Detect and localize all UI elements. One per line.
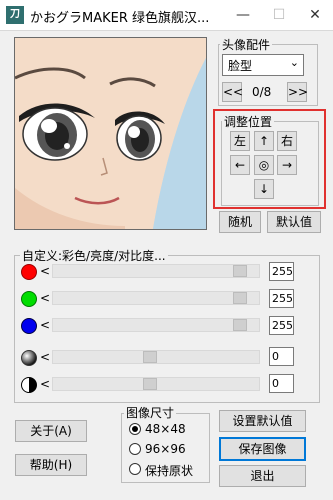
brightness-icon: [21, 350, 37, 366]
help-button[interactable]: 帮助(H): [15, 454, 87, 476]
minimize-button[interactable]: —: [225, 0, 261, 30]
exit-button[interactable]: 退出: [219, 465, 306, 487]
prev-part-button[interactable]: <<: [222, 82, 243, 102]
brightness-slider[interactable]: [52, 350, 260, 364]
red-value-input[interactable]: 255: [269, 262, 294, 281]
red-slider[interactable]: [52, 264, 260, 278]
next-part-button[interactable]: >>: [287, 82, 308, 102]
brightness-slider-thumb[interactable]: [143, 351, 157, 363]
keep-original-label: 保持原状: [145, 464, 194, 478]
save-image-button[interactable]: 保存图像: [219, 437, 306, 461]
part-type-value: 脸型: [228, 59, 253, 73]
chevron-down-icon: ⌄: [289, 56, 299, 69]
default-value-button[interactable]: 默认值: [267, 211, 321, 233]
title-bar: 刀 かおグラMAKER 绿色旗舰汉... — ☐ ✕: [0, 0, 333, 31]
blue-slider-thumb[interactable]: [233, 319, 247, 331]
contrast-slider[interactable]: [52, 377, 260, 391]
brightness-value-input[interactable]: 0: [269, 347, 294, 366]
red-decrease-arrow[interactable]: <: [40, 264, 50, 278]
part-type-select[interactable]: 脸型 ⌄: [222, 54, 304, 76]
window-title: かおグラMAKER 绿色旗舰汉...: [30, 11, 210, 26]
part-counter: 0/8: [252, 85, 272, 99]
size-96-radio[interactable]: [129, 443, 141, 455]
contrast-decrease-arrow[interactable]: <: [40, 377, 50, 391]
avatar-preview: [14, 37, 207, 230]
size-96-label: 96×96: [145, 442, 186, 456]
color-adjust-label: 自定义:彩色/亮度/对比度...: [20, 247, 168, 264]
maximize-button[interactable]: ☐: [261, 0, 297, 30]
parts-group-label: 头像配件: [220, 36, 273, 53]
blue-slider[interactable]: [52, 318, 260, 332]
green-value-input[interactable]: 255: [269, 289, 294, 308]
blue-channel-icon: [21, 318, 37, 334]
blue-decrease-arrow[interactable]: <: [40, 318, 50, 332]
size-48-radio[interactable]: [129, 423, 141, 435]
close-button[interactable]: ✕: [297, 0, 333, 30]
set-default-button[interactable]: 设置默认值: [219, 410, 306, 432]
brightness-decrease-arrow[interactable]: <: [40, 350, 50, 364]
about-button[interactable]: 关于(A): [15, 420, 87, 442]
random-button[interactable]: 随机: [219, 211, 261, 233]
app-icon: 刀: [6, 6, 24, 24]
green-slider[interactable]: [52, 291, 260, 305]
red-slider-thumb[interactable]: [233, 265, 247, 277]
red-channel-icon: [21, 264, 37, 280]
blue-value-input[interactable]: 255: [269, 316, 294, 335]
size-48-label: 48×48: [145, 422, 186, 436]
contrast-slider-thumb[interactable]: [143, 378, 157, 390]
contrast-value-input[interactable]: 0: [269, 374, 294, 393]
green-decrease-arrow[interactable]: <: [40, 291, 50, 305]
keep-original-radio[interactable]: [129, 463, 141, 475]
green-slider-thumb[interactable]: [233, 292, 247, 304]
anime-face-image: [15, 38, 206, 229]
image-size-label: 图像尺寸: [124, 404, 177, 421]
highlight-box: [213, 109, 326, 209]
contrast-icon: [21, 377, 37, 393]
green-channel-icon: [21, 291, 37, 307]
